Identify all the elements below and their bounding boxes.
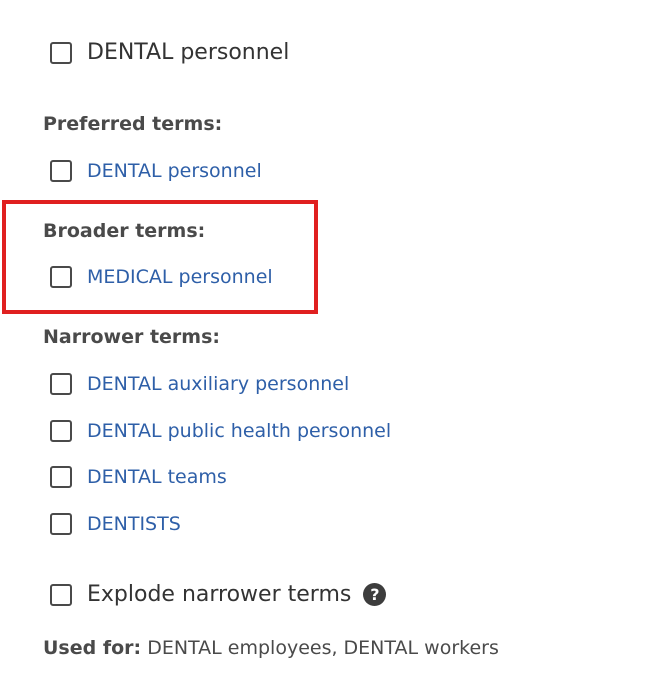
explode-checkbox[interactable] bbox=[50, 583, 72, 606]
narrower-term-row[interactable]: DENTAL auxiliary personnel bbox=[50, 373, 349, 395]
preferred-term-row[interactable]: DENTAL personnel bbox=[50, 160, 262, 182]
narrower-term-link[interactable]: DENTAL auxiliary personnel bbox=[87, 373, 349, 395]
used-for-label: Used for: bbox=[43, 637, 142, 659]
broader-term-row[interactable]: MEDICAL personnel bbox=[50, 266, 273, 288]
narrower-term-row[interactable]: DENTAL public health personnel bbox=[50, 420, 391, 442]
preferred-terms-heading: Preferred terms: bbox=[43, 113, 223, 135]
help-icon[interactable]: ? bbox=[363, 583, 387, 606]
preferred-term-link[interactable]: DENTAL personnel bbox=[87, 160, 262, 182]
narrower-term-checkbox[interactable] bbox=[50, 373, 72, 395]
broader-terms-highlight bbox=[2, 200, 318, 314]
narrower-term-link[interactable]: DENTAL public health personnel bbox=[87, 420, 391, 442]
broader-term-checkbox[interactable] bbox=[50, 266, 72, 288]
thesaurus-term-panel: DENTAL personnel Preferred terms: DENTAL… bbox=[0, 0, 661, 673]
explode-label: Explode narrower terms bbox=[87, 582, 352, 607]
used-for-line: Used for: DENTAL employees, DENTAL worke… bbox=[43, 637, 499, 659]
main-term-checkbox[interactable] bbox=[50, 41, 72, 64]
explode-row[interactable]: Explode narrower terms ? bbox=[50, 582, 387, 607]
broader-term-link[interactable]: MEDICAL personnel bbox=[87, 266, 273, 288]
narrower-term-row[interactable]: DENTISTS bbox=[50, 513, 181, 535]
narrower-term-link[interactable]: DENTAL teams bbox=[87, 466, 227, 488]
broader-terms-heading: Broader terms: bbox=[43, 220, 206, 242]
narrower-term-checkbox[interactable] bbox=[50, 513, 72, 535]
preferred-term-checkbox[interactable] bbox=[50, 160, 72, 182]
narrower-term-checkbox[interactable] bbox=[50, 420, 72, 442]
narrower-term-checkbox[interactable] bbox=[50, 466, 72, 488]
main-term-row[interactable]: DENTAL personnel bbox=[50, 40, 289, 65]
used-for-value: DENTAL employees, DENTAL workers bbox=[147, 637, 499, 659]
main-term-label: DENTAL personnel bbox=[87, 40, 290, 65]
narrower-term-row[interactable]: DENTAL teams bbox=[50, 466, 227, 488]
narrower-terms-heading: Narrower terms: bbox=[43, 326, 220, 348]
narrower-term-link[interactable]: DENTISTS bbox=[87, 513, 181, 535]
